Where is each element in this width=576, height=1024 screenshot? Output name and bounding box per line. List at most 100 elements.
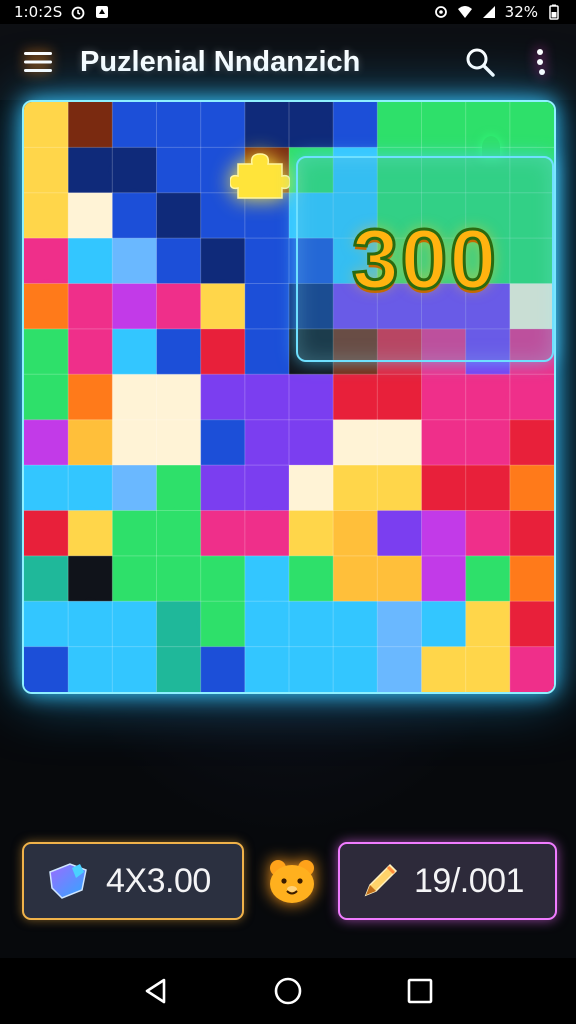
puzzle-cell[interactable]: [112, 147, 157, 194]
puzzle-cell[interactable]: [200, 555, 246, 602]
puzzle-cell[interactable]: [244, 419, 290, 466]
puzzle-cell[interactable]: [289, 555, 334, 602]
puzzle-cell[interactable]: [244, 238, 290, 285]
puzzle-cell[interactable]: [200, 238, 246, 285]
puzzle-cell[interactable]: [156, 601, 202, 648]
puzzle-cell[interactable]: [333, 374, 378, 421]
puzzle-cell[interactable]: [68, 238, 113, 285]
loose-puzzle-piece[interactable]: [230, 148, 290, 200]
puzzle-cell[interactable]: [421, 646, 467, 692]
bear-mascot-icon[interactable]: [266, 856, 318, 906]
puzzle-cell[interactable]: [112, 601, 157, 648]
moves-stat[interactable]: 19/.001: [338, 842, 557, 920]
puzzle-cell[interactable]: [421, 374, 467, 421]
puzzle-cell[interactable]: [244, 465, 290, 511]
puzzle-cell[interactable]: [333, 465, 378, 511]
puzzle-cell[interactable]: [244, 283, 290, 330]
puzzle-cell[interactable]: [68, 510, 113, 557]
puzzle-cell[interactable]: [112, 238, 157, 285]
puzzle-cell[interactable]: [244, 601, 290, 648]
home-button[interactable]: [264, 967, 312, 1015]
puzzle-cell[interactable]: [156, 374, 202, 421]
puzzle-cell[interactable]: [200, 419, 246, 466]
puzzle-cell[interactable]: [112, 102, 157, 148]
puzzle-cell[interactable]: [68, 374, 113, 421]
puzzle-cell[interactable]: [156, 147, 202, 194]
puzzle-cell[interactable]: [200, 283, 246, 330]
puzzle-cell[interactable]: [156, 283, 202, 330]
puzzle-cell[interactable]: [509, 510, 554, 557]
puzzle-cell[interactable]: [112, 465, 157, 511]
puzzle-cell[interactable]: [465, 646, 511, 692]
puzzle-cell[interactable]: [244, 555, 290, 602]
puzzle-cell[interactable]: [465, 465, 511, 511]
pieces-stat[interactable]: 4X3.00: [22, 842, 244, 920]
puzzle-cell[interactable]: [112, 374, 157, 421]
more-options-button[interactable]: [522, 42, 558, 82]
puzzle-cell[interactable]: [377, 601, 422, 648]
puzzle-cell[interactable]: [465, 510, 511, 557]
puzzle-cell[interactable]: [24, 510, 69, 557]
puzzle-cell[interactable]: [112, 328, 157, 375]
puzzle-cell[interactable]: [112, 555, 157, 602]
puzzle-cell[interactable]: [421, 419, 467, 466]
puzzle-cell[interactable]: [244, 510, 290, 557]
puzzle-cell[interactable]: [289, 601, 334, 648]
puzzle-cell[interactable]: [24, 555, 69, 602]
puzzle-cell[interactable]: [156, 192, 202, 239]
puzzle-cell[interactable]: [289, 510, 334, 557]
puzzle-cell[interactable]: [156, 555, 202, 602]
puzzle-cell[interactable]: [200, 374, 246, 421]
puzzle-cell[interactable]: [24, 102, 69, 148]
puzzle-cell[interactable]: [289, 102, 334, 148]
puzzle-cell[interactable]: [509, 555, 554, 602]
puzzle-cell[interactable]: [333, 102, 378, 148]
puzzle-cell[interactable]: [112, 510, 157, 557]
puzzle-cell[interactable]: [156, 328, 202, 375]
menu-button[interactable]: [18, 42, 58, 82]
puzzle-cell[interactable]: [377, 374, 422, 421]
puzzle-cell[interactable]: [156, 238, 202, 285]
puzzle-cell[interactable]: [421, 102, 467, 148]
puzzle-cell[interactable]: [377, 555, 422, 602]
puzzle-cell[interactable]: [509, 601, 554, 648]
puzzle-cell[interactable]: [68, 419, 113, 466]
puzzle-cell[interactable]: [24, 419, 69, 466]
puzzle-cell[interactable]: [68, 646, 113, 692]
puzzle-cell[interactable]: [377, 419, 422, 466]
puzzle-cell[interactable]: [377, 646, 422, 692]
puzzle-cell[interactable]: [333, 601, 378, 648]
puzzle-cell[interactable]: [465, 374, 511, 421]
search-button[interactable]: [460, 42, 500, 82]
puzzle-cell[interactable]: [465, 601, 511, 648]
puzzle-cell[interactable]: [509, 419, 554, 466]
puzzle-cell[interactable]: [377, 102, 422, 148]
puzzle-cell[interactable]: [333, 419, 378, 466]
puzzle-cell[interactable]: [156, 510, 202, 557]
puzzle-cell[interactable]: [509, 374, 554, 421]
puzzle-cell[interactable]: [68, 555, 113, 602]
puzzle-cell[interactable]: [156, 646, 202, 692]
puzzle-cell[interactable]: [156, 419, 202, 466]
puzzle-cell[interactable]: [200, 601, 246, 648]
puzzle-cell[interactable]: [289, 374, 334, 421]
puzzle-cell[interactable]: [289, 646, 334, 692]
puzzle-cell[interactable]: [421, 555, 467, 602]
puzzle-cell[interactable]: [24, 465, 69, 511]
puzzle-cell[interactable]: [244, 374, 290, 421]
puzzle-cell[interactable]: [244, 102, 290, 148]
puzzle-cell[interactable]: [289, 465, 334, 511]
puzzle-cell[interactable]: [24, 147, 69, 194]
puzzle-cell[interactable]: [68, 328, 113, 375]
puzzle-cell[interactable]: [112, 192, 157, 239]
puzzle-cell[interactable]: [509, 646, 554, 692]
puzzle-cell[interactable]: [377, 465, 422, 511]
puzzle-cell[interactable]: [244, 646, 290, 692]
puzzle-cell[interactable]: [68, 147, 113, 194]
puzzle-cell[interactable]: [200, 328, 246, 375]
puzzle-cell[interactable]: [24, 601, 69, 648]
puzzle-cell[interactable]: [24, 646, 69, 692]
puzzle-cell[interactable]: [200, 465, 246, 511]
puzzle-cell[interactable]: [156, 465, 202, 511]
puzzle-cell[interactable]: [24, 238, 69, 285]
